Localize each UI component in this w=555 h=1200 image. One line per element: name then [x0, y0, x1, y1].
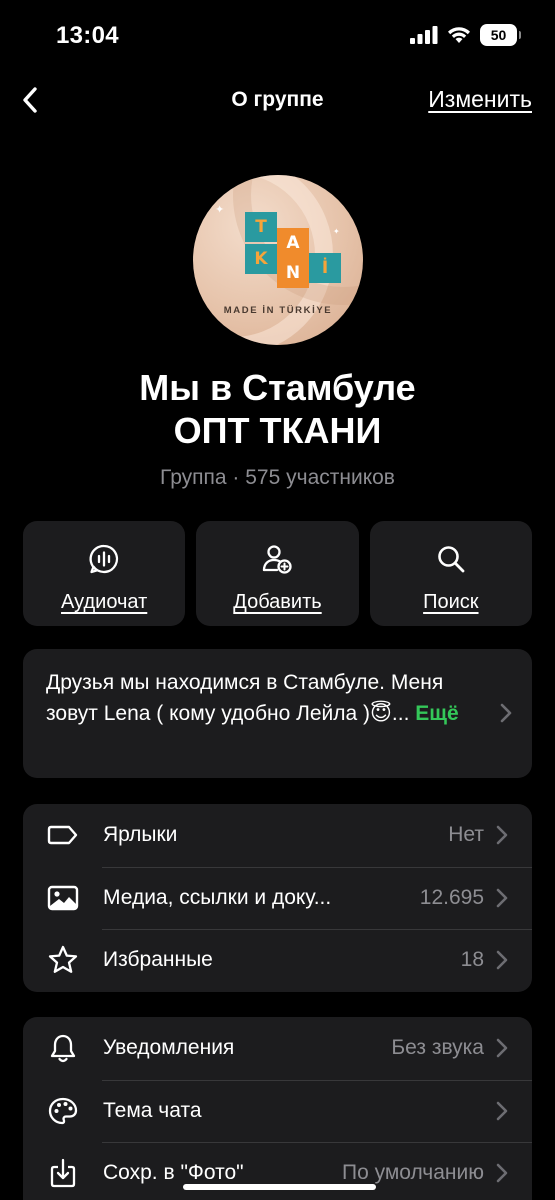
row-value: Без звука — [391, 1036, 484, 1060]
palette-icon — [48, 1097, 78, 1124]
row-value: 12.695 — [419, 885, 484, 909]
logo-tile: N — [277, 258, 309, 288]
logo-tile: K — [245, 244, 277, 274]
logo-tile: İ — [309, 253, 341, 283]
avatar-caption: MADE İN TÜRKİYE — [223, 305, 333, 316]
group-description[interactable]: Друзья мы находимся в Стамбуле. Меня зов… — [23, 649, 532, 778]
add-member-icon — [263, 545, 293, 574]
chat-theme-row[interactable]: Тема чата — [23, 1079, 532, 1143]
star-icon — [48, 946, 78, 974]
group-name-line1: Мы в Стамбуле — [139, 367, 416, 408]
chevron-right-icon — [496, 1101, 508, 1121]
group-avatar[interactable]: ✦ ✦ T A K N İ MADE İN TÜRKİYE — [193, 175, 363, 345]
save-to-photos-row[interactable]: Сохр. в "Фото" По умолчанию — [23, 1142, 532, 1200]
chevron-right-icon — [496, 888, 508, 908]
row-label: Уведомления — [103, 1036, 235, 1060]
sparkle-icon: ✦ — [333, 227, 340, 236]
logo-tile: T — [245, 212, 277, 242]
add-member-label: Добавить — [233, 591, 322, 613]
row-value: 18 — [460, 948, 484, 972]
audio-chat-button[interactable]: Аудиочат — [23, 521, 186, 626]
media-links-docs-row[interactable]: Медиа, ссылки и доку... 12.695 — [23, 866, 532, 930]
chevron-right-icon — [496, 1163, 508, 1183]
group-member-count: Группа · 575 участников — [160, 466, 395, 489]
home-indicator[interactable] — [183, 1184, 376, 1190]
logo-tile: A — [277, 228, 309, 258]
starred-row[interactable]: Избранные 18 — [23, 929, 532, 992]
save-download-icon — [50, 1159, 76, 1188]
bell-icon — [50, 1035, 76, 1063]
row-label: Ярлыки — [103, 823, 178, 847]
info-list: Ярлыки Нет Медиа, ссылки и доку... 12.69… — [23, 804, 532, 992]
edit-button[interactable]: Изменить — [428, 86, 532, 113]
search-button[interactable]: Поиск — [369, 521, 532, 626]
row-label: Медиа, ссылки и доку... — [103, 885, 332, 909]
chevron-right-icon — [496, 950, 508, 970]
navigation-bar: О группе Изменить — [0, 72, 555, 128]
chevron-right-icon — [496, 825, 508, 845]
group-name-line2: ОПТ ТКАНИ — [173, 410, 382, 451]
row-value: Нет — [448, 823, 484, 847]
media-image-icon — [47, 885, 79, 910]
sparkle-icon: ✦ — [215, 204, 225, 216]
description-text: Друзья мы находимся в Стамбуле. Меня зов… — [46, 671, 444, 725]
chevron-right-icon — [496, 1038, 508, 1058]
chevron-right-icon — [500, 701, 512, 732]
wifi-icon — [448, 27, 470, 43]
audio-chat-label: Аудиочат — [61, 591, 148, 613]
add-member-button[interactable]: Добавить — [196, 521, 359, 626]
row-value: По умолчанию — [341, 1161, 484, 1185]
row-label: Избранные — [103, 948, 213, 972]
row-label: Сохр. в "Фото" — [103, 1161, 244, 1185]
search-icon — [438, 546, 465, 573]
row-label: Тема чата — [103, 1098, 202, 1122]
audio-chat-icon — [89, 544, 119, 574]
search-label: Поиск — [423, 591, 479, 613]
status-bar: 13:04 50 — [0, 0, 555, 72]
group-name: Мы в Стамбуле ОПТ ТКАНИ — [0, 366, 555, 452]
notifications-row[interactable]: Уведомления Без звука — [23, 1017, 532, 1080]
label-tag-icon — [47, 826, 78, 845]
action-buttons: Аудиочат Добавить Поиск — [23, 521, 532, 626]
more-link[interactable]: Ещё — [415, 702, 458, 725]
status-time: 13:04 — [56, 22, 119, 49]
cellular-signal-icon — [410, 26, 438, 44]
status-icons: 50 — [410, 24, 521, 46]
settings-list: Уведомления Без звука Тема чата Сохр. в … — [23, 1017, 532, 1200]
battery-indicator: 50 — [480, 24, 521, 46]
labels-row[interactable]: Ярлыки Нет — [23, 804, 532, 867]
